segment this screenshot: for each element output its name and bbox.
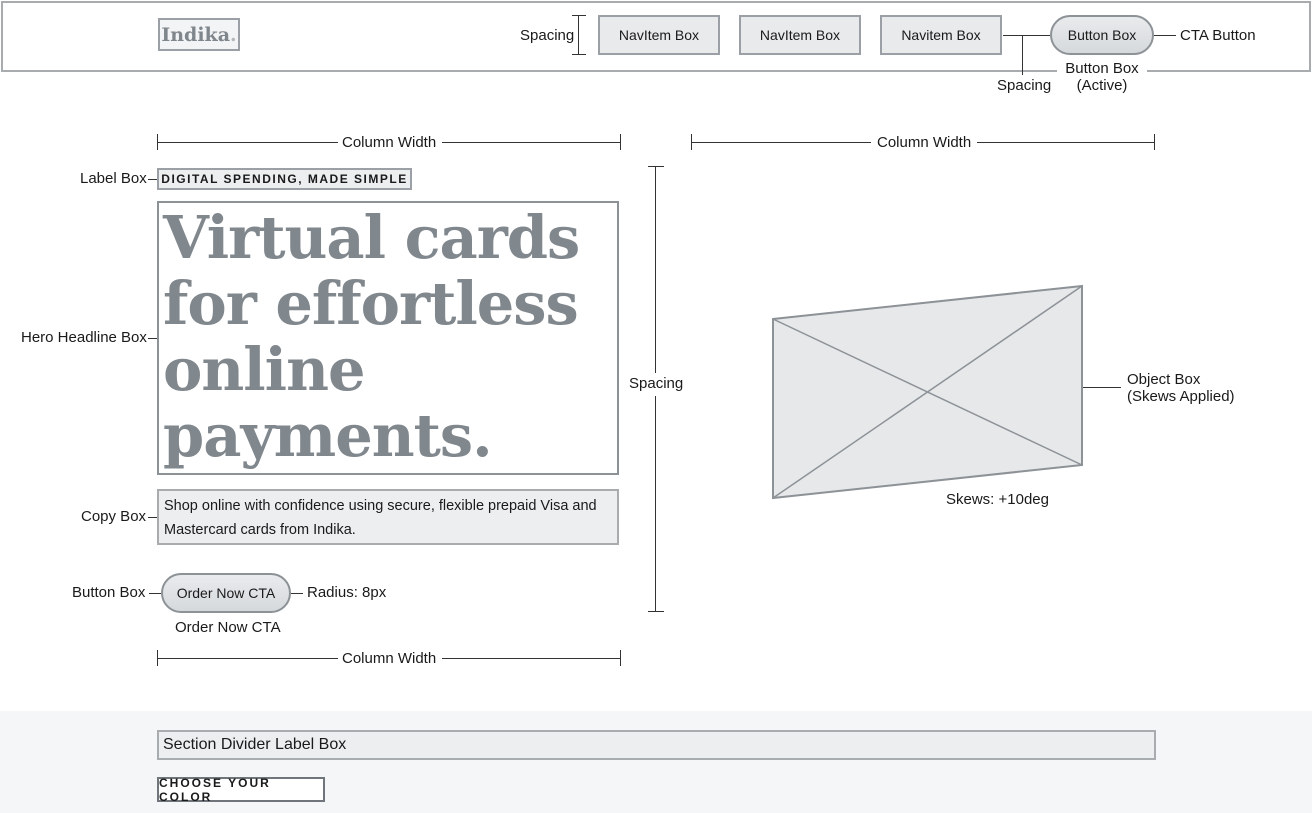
dimension-tick — [691, 134, 692, 150]
button-active-line1: Button Box — [1065, 60, 1139, 77]
nav-item-3[interactable]: Navitem Box — [880, 15, 1002, 55]
copy-leader-line — [148, 517, 157, 518]
logo-dot: . — [230, 23, 237, 46]
logo[interactable]: Indika. — [158, 18, 240, 51]
column-width-label: Column Width — [877, 134, 972, 151]
dimension-tick — [157, 650, 158, 666]
label-leader-line — [148, 179, 157, 180]
spacing-connector — [1003, 35, 1050, 36]
order-now-button[interactable]: Order Now CTA — [161, 573, 291, 613]
spacing-bracket-top — [572, 15, 586, 16]
dimension-tick — [648, 611, 664, 612]
dimension-line — [655, 396, 656, 612]
nav-item-1[interactable]: NavItem Box — [598, 15, 720, 55]
nav-item-2[interactable]: NavItem Box — [739, 15, 861, 55]
object-annotation: Object Box (Skews Applied) — [1127, 371, 1235, 405]
hero-leader-line — [148, 338, 157, 339]
button-leader-line — [149, 593, 161, 594]
header-cta-button[interactable]: Button Box — [1050, 15, 1154, 55]
choose-color-label: CHOOSE YOUR COLOR — [157, 776, 325, 804]
dimension-line — [691, 142, 871, 143]
cta-button-annotation: CTA Button — [1180, 27, 1256, 44]
cta-leader-line — [1154, 35, 1176, 36]
button-annotation: Button Box — [72, 584, 146, 601]
dimension-tick — [620, 134, 621, 150]
object-annotation-line1: Object Box — [1127, 371, 1201, 388]
copy-text: Shop online with confidence using secure… — [157, 489, 619, 545]
radius-leader-line — [291, 593, 303, 594]
label-box-annotation: Label Box — [80, 170, 147, 187]
dimension-line — [655, 166, 656, 373]
dimension-line — [977, 142, 1155, 143]
button-active-line2: (Active) — [1076, 77, 1128, 94]
eyebrow-label: DIGITAL SPENDING, MADE SIMPLE — [157, 168, 412, 190]
spacing-bracket-bottom — [572, 54, 586, 55]
spacing-annotation-vertical: Spacing — [629, 375, 684, 392]
dimension-tick — [1154, 134, 1155, 150]
dimension-line — [157, 142, 338, 143]
dimension-line — [442, 658, 620, 659]
spacing-bracket-vertical — [578, 15, 579, 55]
copy-annotation: Copy Box — [81, 508, 147, 525]
object-leader-line — [1083, 387, 1121, 388]
radius-annotation: Radius: 8px — [307, 584, 387, 601]
object-box — [772, 284, 1083, 500]
dimension-line — [442, 142, 620, 143]
logo-text: Indika — [161, 23, 231, 46]
hero-annotation: Hero Headline Box — [21, 329, 147, 346]
column-width-label: Column Width — [342, 650, 437, 667]
dimension-tick — [648, 166, 664, 167]
dimension-tick — [157, 134, 158, 150]
section-divider-label: Section Divider Label Box — [157, 730, 1156, 760]
spacing-connector-drop — [1022, 35, 1023, 75]
object-annotation-line2: (Skews Applied) — [1127, 388, 1235, 405]
column-width-label: Column Width — [342, 134, 437, 151]
skew-annotation: Skews: +10deg — [946, 491, 1049, 508]
button-active-annotation: Button Box (Active) — [1057, 60, 1147, 94]
dimension-tick — [620, 650, 621, 666]
hero-headline: Virtual cards for effortless online paym… — [157, 201, 619, 475]
spacing-annotation-button: Spacing — [997, 77, 1052, 94]
dimension-line — [157, 658, 338, 659]
spacing-annotation-nav: Spacing — [520, 27, 575, 44]
button-caption: Order Now CTA — [175, 619, 281, 636]
